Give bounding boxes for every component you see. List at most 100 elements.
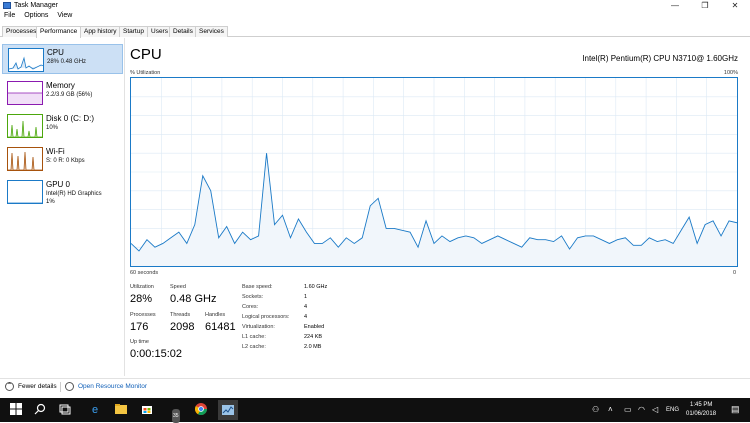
volume-icon[interactable]: ◁ <box>652 405 658 414</box>
threads-value: 2098 <box>170 321 195 333</box>
sidebar-item-label: CPU <box>47 48 64 57</box>
tab-performance[interactable]: Performance <box>36 26 82 38</box>
spec-cores-value: 4 <box>304 304 308 310</box>
utilization-axis-label: % Utilization <box>130 70 161 76</box>
footer-divider <box>60 382 61 392</box>
close-button[interactable]: ✕ <box>720 0 750 12</box>
time-axis-label: 60 seconds <box>130 270 159 276</box>
minimize-button[interactable]: — <box>660 0 690 12</box>
threads-label: Threads <box>170 312 191 318</box>
spec-virtualization-label: Virtualization: <box>242 324 275 330</box>
spec-logical-label: Logical processors: <box>242 314 290 320</box>
memory-thumbnail-graph <box>7 81 43 105</box>
sidebar-item-detail: S: 0 R: 0 Kbps <box>46 158 85 164</box>
sidebar-item-label: GPU 0 <box>46 180 71 189</box>
tab-app-history[interactable]: App history <box>80 26 121 37</box>
resource-monitor-icon <box>65 382 74 391</box>
search-icon[interactable] <box>33 403 47 417</box>
sidebar-item-detail: Intel(R) HD Graphics <box>46 191 102 197</box>
windows-start-icon[interactable] <box>9 403 23 417</box>
chevron-up-icon[interactable]: ⌃ <box>5 382 14 391</box>
min-axis-label: 0 <box>732 270 736 276</box>
spec-sockets-value: 1 <box>304 294 308 300</box>
maximize-button[interactable]: ❐ <box>690 0 720 12</box>
menu-bar: File Options View <box>0 12 75 23</box>
processes-value: 176 <box>130 321 149 333</box>
sidebar-item-detail-2: 1% <box>46 199 55 205</box>
tab-processes[interactable]: Processes <box>2 26 41 37</box>
sidebar-item-gpu[interactable]: GPU 0 Intel(R) HD Graphics 1% <box>2 177 123 211</box>
uptime-label: Up time <box>130 339 149 345</box>
menu-view[interactable]: View <box>57 12 72 19</box>
cpu-model: Intel(R) Pentium(R) CPU N3710@ 1.60GHz <box>582 54 738 63</box>
page-title: CPU <box>130 46 162 63</box>
app-badge-icon[interactable]: 35 <box>166 403 180 423</box>
speed-value: 0.48 GHz <box>170 293 217 305</box>
tab-details[interactable]: Details <box>169 26 197 37</box>
tab-strip: Processes Performance App history Startu… <box>0 25 750 38</box>
taskbar: e 35 ⚇ ˄ ▭ ◠ ◁ ENG 1:45 PM 01/06/2018 ▤ <box>0 398 750 423</box>
cpu-graph-svg <box>130 78 738 266</box>
spec-l2-label: L2 cache: <box>242 344 266 350</box>
sidebar-item-label: Memory <box>46 81 75 90</box>
uptime-value: 0:00:15:02 <box>130 348 182 360</box>
tab-services[interactable]: Services <box>195 26 228 37</box>
spec-logical-value: 4 <box>304 314 308 320</box>
menu-file[interactable]: File <box>4 12 15 19</box>
wifi-icon[interactable]: ◠ <box>638 405 645 414</box>
cpu-utilization-graph <box>130 77 738 267</box>
spec-base-speed-value: 1.60 GHz <box>304 284 328 290</box>
fewer-details-link[interactable]: Fewer details <box>18 383 57 390</box>
wifi-thumbnail-graph <box>7 147 43 171</box>
notifications-icon[interactable]: ▤ <box>731 404 740 415</box>
file-explorer-icon[interactable] <box>114 403 128 417</box>
utilization-value: 28% <box>130 293 153 305</box>
cpu-thumbnail-graph <box>8 48 44 72</box>
sidebar-item-detail: 28% 0.48 GHz <box>47 59 87 65</box>
handles-label: Handles <box>205 312 226 318</box>
sidebar-item-label: Disk 0 (C: D:) <box>46 114 94 123</box>
task-view-icon[interactable] <box>58 403 72 417</box>
task-manager-taskbar-icon[interactable] <box>218 400 238 420</box>
window-title: Task Manager <box>14 2 58 9</box>
spec-l2-value: 2.0 MB <box>304 344 322 350</box>
open-resource-monitor-link[interactable]: Open Resource Monitor <box>78 383 147 390</box>
sidebar-item-cpu[interactable]: CPU 28% 0.48 GHz <box>2 44 123 74</box>
clock-time[interactable]: 1:45 PM <box>690 402 712 408</box>
clock-date[interactable]: 01/06/2018 <box>686 411 716 417</box>
processes-label: Processes <box>130 312 156 318</box>
spec-l1-value: 224 KB <box>304 334 323 340</box>
speed-label: Speed <box>170 284 186 290</box>
resource-sidebar: CPU 28% 0.48 GHz Memory 2.2/3.9 GB (56%)… <box>0 38 125 376</box>
sidebar-item-label: Wi-Fi <box>46 147 65 156</box>
spec-base-speed-label: Base speed: <box>242 284 273 290</box>
tab-startup[interactable]: Startup <box>119 26 148 37</box>
edge-browser-icon[interactable]: e <box>88 403 102 417</box>
people-icon[interactable]: ⚇ <box>592 405 599 414</box>
footer-bar: ⌃ Fewer details Open Resource Monitor <box>0 378 750 394</box>
sidebar-item-wifi[interactable]: Wi-Fi S: 0 R: 0 Kbps <box>2 144 123 174</box>
language-indicator[interactable]: ENG <box>666 407 679 413</box>
utilization-label: Utilization <box>130 284 154 290</box>
sidebar-item-disk[interactable]: Disk 0 (C: D:) 10% <box>2 111 123 141</box>
chevron-up-tray-icon[interactable]: ˄ <box>608 405 613 414</box>
handles-value: 61481 <box>205 321 236 333</box>
spec-virtualization-value: Enabled <box>304 324 325 330</box>
battery-icon[interactable]: ▭ <box>624 405 632 414</box>
notification-count-badge: 35 <box>172 409 180 423</box>
menu-options[interactable]: Options <box>24 12 48 19</box>
task-manager-app-icon <box>3 2 11 9</box>
sidebar-item-detail: 2.2/3.9 GB (56%) <box>46 92 93 98</box>
spec-sockets-label: Sockets: <box>242 294 264 300</box>
title-bar: Task Manager — ❐ ✕ <box>0 0 750 12</box>
spec-cores-label: Cores: <box>242 304 259 310</box>
gpu-thumbnail-graph <box>7 180 43 204</box>
performance-panel: CPU Intel(R) Pentium(R) CPU N3710@ 1.60G… <box>130 46 742 376</box>
store-icon[interactable] <box>140 403 154 417</box>
chrome-icon[interactable] <box>194 403 208 417</box>
task-manager-window: Task Manager — ❐ ✕ File Options View Pro… <box>0 0 750 398</box>
spec-l1-label: L1 cache: <box>242 334 266 340</box>
sidebar-item-memory[interactable]: Memory 2.2/3.9 GB (56%) <box>2 78 123 108</box>
sidebar-item-detail: 10% <box>46 125 59 131</box>
disk-thumbnail-graph <box>7 114 43 138</box>
